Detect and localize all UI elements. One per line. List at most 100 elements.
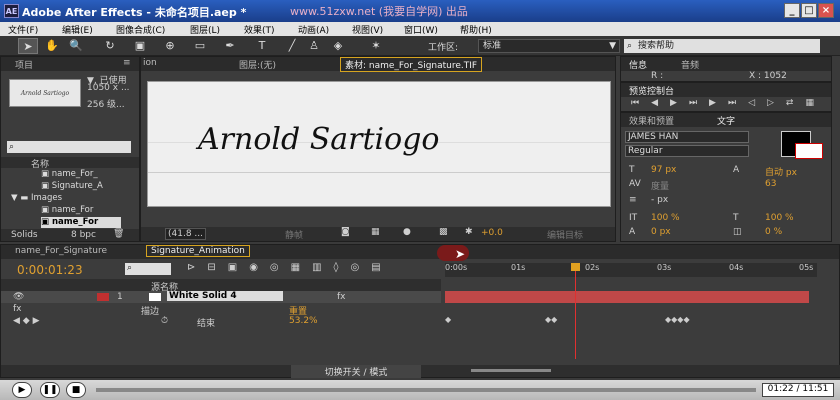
rotate-tool-icon[interactable]: ↻ bbox=[100, 38, 120, 54]
footage-canvas: Arnold Sartiogo bbox=[147, 81, 611, 207]
pan-behind-tool-icon[interactable]: ⊕ bbox=[160, 38, 180, 54]
property-value[interactable]: 53.2% bbox=[289, 316, 318, 326]
menu-effect[interactable]: 效果(T) bbox=[244, 23, 275, 36]
current-time-indicator[interactable] bbox=[575, 263, 576, 359]
close-button[interactable]: × bbox=[818, 3, 834, 18]
pause-button[interactable]: ❚❚ bbox=[40, 382, 60, 398]
info-x-value: X : 1052 bbox=[749, 71, 787, 81]
brush-tool-icon[interactable]: ╱ bbox=[282, 38, 302, 54]
keyframe-icon[interactable]: ◆◆◆◆ bbox=[665, 315, 690, 324]
project-column-header: 名称 bbox=[1, 157, 139, 170]
layer-row[interactable]: 👁 1 White Solid 4 fx bbox=[1, 291, 441, 303]
maximize-button[interactable]: □ bbox=[801, 3, 817, 18]
font-dropdown[interactable]: JAMES HAN bbox=[625, 131, 749, 143]
label-color-swatch[interactable] bbox=[97, 293, 109, 301]
tracking-value[interactable]: 63 bbox=[765, 179, 776, 189]
keyframe-nav-icon[interactable]: ◀ ◆ ▶ bbox=[13, 316, 40, 326]
zoom-tool-icon[interactable]: 🔍 bbox=[66, 38, 86, 54]
zoom-slider[interactable] bbox=[471, 369, 551, 372]
list-item[interactable]: ▼ ▬ Images bbox=[11, 193, 62, 204]
keyframe-icon[interactable]: ◆◆ bbox=[545, 315, 557, 324]
composition-tab-partial[interactable]: ion bbox=[143, 58, 157, 68]
character-tab[interactable]: 文字 bbox=[717, 114, 735, 127]
current-timecode[interactable]: 0:00:01:23 bbox=[17, 263, 83, 277]
project-tab-menu-icon[interactable]: ≡ bbox=[123, 58, 131, 68]
trash-icon[interactable]: 🗑 bbox=[113, 229, 124, 239]
kerning-value[interactable]: 度量 bbox=[651, 179, 669, 192]
mask-tool-icon[interactable]: ▭ bbox=[190, 38, 210, 54]
playback-controls[interactable]: ⏮◀▶⏭▶⏭◁▷⇄▦ bbox=[631, 98, 826, 108]
transparency-icon[interactable]: ▩ bbox=[439, 227, 448, 237]
search-icon: ⌕ bbox=[627, 41, 633, 51]
exposure-value[interactable]: +0.0 bbox=[481, 228, 503, 238]
playhead-icon[interactable] bbox=[571, 263, 580, 271]
list-item[interactable]: ▣ name_For bbox=[41, 205, 93, 216]
text-tool-icon[interactable]: T bbox=[252, 38, 272, 54]
channel-icon[interactable]: ● bbox=[403, 227, 411, 237]
menu-animation[interactable]: 动画(A) bbox=[298, 23, 329, 36]
hand-tool-icon[interactable]: ✋ bbox=[42, 38, 62, 54]
list-item-selected[interactable]: ▣ name_For bbox=[41, 217, 121, 228]
fx-switch[interactable]: fx bbox=[337, 292, 346, 302]
list-item[interactable]: ▣ Signature_A bbox=[41, 181, 103, 192]
audio-tab[interactable]: 音频 bbox=[681, 58, 699, 71]
footage-viewer-tab[interactable]: 素材: name_For_Signature.TIF bbox=[339, 57, 483, 72]
menu-composition[interactable]: 图像合成(C) bbox=[116, 23, 165, 36]
solids-folder-partial: Solids bbox=[11, 230, 38, 240]
eraser-tool-icon[interactable]: ◈ bbox=[328, 38, 348, 54]
timeline-switch-icons[interactable]: ⊳⊟▣◉◎▦▥◊◎▤ bbox=[187, 262, 393, 273]
tsume-value[interactable]: 0 % bbox=[765, 227, 782, 237]
project-tab[interactable]: 项目 bbox=[15, 58, 33, 71]
horizontal-scale-value[interactable]: 100 % bbox=[765, 213, 794, 223]
mouse-cursor-icon: ➤ bbox=[455, 247, 466, 261]
project-search-input[interactable]: ⌕ bbox=[7, 141, 131, 153]
selection-tool-icon[interactable]: ➤ bbox=[18, 38, 38, 54]
stop-button[interactable]: ■ bbox=[66, 382, 86, 398]
effects-presets-tab[interactable]: 效果和预置 bbox=[629, 114, 674, 127]
toggle-switches-modes-button[interactable]: 切换开关 / 模式 bbox=[291, 365, 421, 378]
stroke-color-swatch[interactable] bbox=[795, 143, 823, 159]
timeline-tab-comp1[interactable]: name_For_Signature bbox=[15, 246, 107, 256]
leading-value[interactable]: 自动 px bbox=[765, 165, 797, 178]
font-size-value[interactable]: 97 px bbox=[651, 165, 676, 175]
list-item[interactable]: ▣ name_For_ bbox=[41, 169, 98, 180]
zoom-dropdown[interactable]: (41.8 ... bbox=[165, 228, 206, 240]
stopwatch-icon[interactable]: ⏱ bbox=[161, 316, 168, 326]
timeline-search-input[interactable]: ⌕ bbox=[125, 263, 171, 275]
layer-name[interactable]: White Solid 4 bbox=[167, 291, 283, 301]
exposure-icon[interactable]: ✱ bbox=[465, 227, 473, 237]
help-search-input[interactable]: ⌕ 搜索帮助 bbox=[624, 39, 820, 53]
grid-icon[interactable]: ▦ bbox=[371, 227, 380, 237]
info-tab[interactable]: 信息 bbox=[629, 58, 647, 71]
keyframe-icon[interactable]: ◆ bbox=[445, 315, 451, 324]
horizontal-scale-icon: T bbox=[733, 213, 739, 223]
menu-view[interactable]: 视图(V) bbox=[352, 23, 383, 36]
playback-progress[interactable] bbox=[96, 388, 756, 392]
player-bar: ▶ ❚❚ ■ 01:22 / 11:51 bbox=[0, 380, 840, 400]
bpc-toggle[interactable]: 8 bpc bbox=[71, 230, 96, 240]
play-button[interactable]: ▶ bbox=[12, 382, 32, 398]
workspace-dropdown[interactable]: 标准 ▼ bbox=[478, 39, 620, 53]
menu-window[interactable]: 窗口(W) bbox=[404, 23, 438, 36]
camera-icon[interactable]: ◙ bbox=[341, 227, 350, 237]
visibility-icon[interactable]: 👁 bbox=[13, 292, 24, 302]
layer-duration-bar[interactable] bbox=[445, 291, 809, 303]
baseline-value[interactable]: 0 px bbox=[651, 227, 671, 237]
menu-file[interactable]: 文件(F) bbox=[8, 23, 38, 36]
menu-layer[interactable]: 图层(L) bbox=[190, 23, 220, 36]
edit-target-button[interactable]: 编辑目标 bbox=[547, 228, 583, 241]
pen-tool-icon[interactable]: ✒ bbox=[220, 38, 240, 54]
menu-help[interactable]: 帮助(H) bbox=[460, 23, 492, 36]
clone-tool-icon[interactable]: ♙ bbox=[304, 38, 324, 54]
layer-viewer-tab[interactable]: 图层:(无) bbox=[239, 58, 276, 71]
minimize-button[interactable]: _ bbox=[784, 3, 800, 18]
font-style-dropdown[interactable]: Regular bbox=[625, 145, 749, 157]
camera-tool-icon[interactable]: ▣ bbox=[130, 38, 150, 54]
puppet-tool-icon[interactable]: ✶ bbox=[366, 38, 386, 54]
vertical-scale-value[interactable]: 100 % bbox=[651, 213, 680, 223]
stroke-width-value[interactable]: - px bbox=[651, 195, 668, 205]
preview-tab[interactable]: 预览控制台 bbox=[629, 84, 674, 97]
timeline-tab-comp2[interactable]: Signature_Animation bbox=[146, 245, 250, 257]
menu-edit[interactable]: 编辑(E) bbox=[62, 23, 93, 36]
time-ruler[interactable]: 0:00s 01s 02s 03s 04s 05s bbox=[445, 263, 817, 277]
